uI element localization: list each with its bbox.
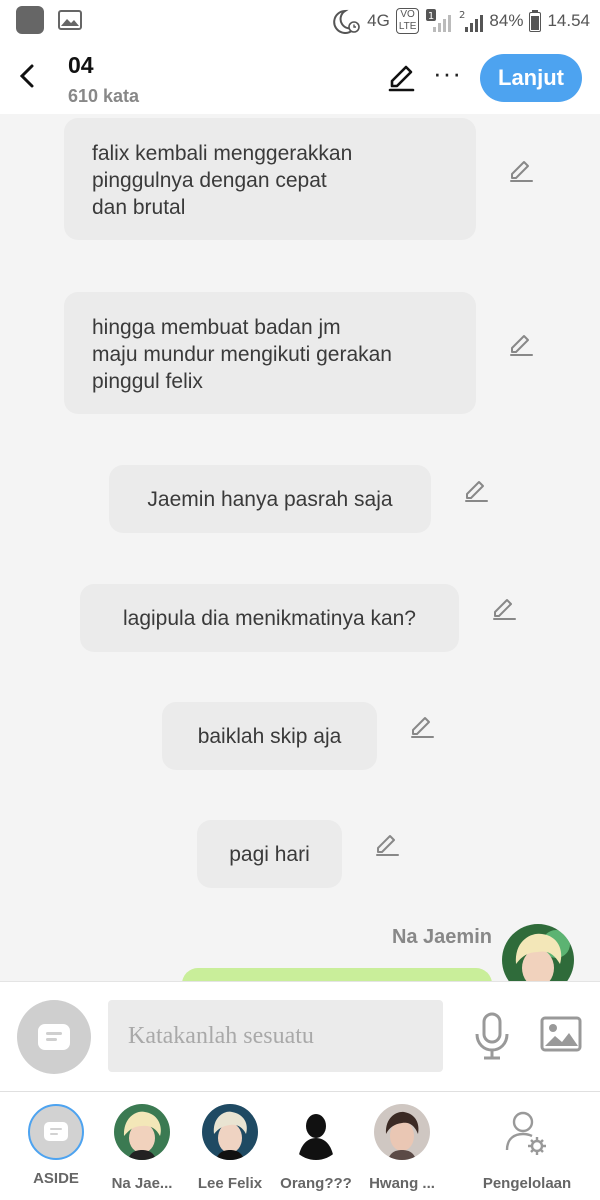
edit-message-icon[interactable]	[374, 832, 400, 858]
svg-text:1: 1	[428, 11, 434, 22]
aside-chat-icon	[28, 1104, 84, 1160]
character-message-bubble[interactable]	[182, 968, 492, 981]
avatar	[374, 1104, 430, 1160]
nav-item-aside[interactable]: ASIDE	[11, 1104, 101, 1187]
clock: 14.54	[547, 11, 590, 30]
message-bubble[interactable]: hingga membuat badan jm maju mundur meng…	[64, 292, 476, 414]
moon-alarm-icon	[333, 9, 360, 34]
nav-label: Pengelolaan	[482, 1175, 572, 1192]
app-notification-icon	[16, 6, 44, 34]
signal-sim2-icon: 2	[459, 10, 484, 32]
microphone-icon[interactable]	[472, 1010, 512, 1062]
nav-label: Lee Felix	[197, 1175, 263, 1192]
status-bar: 4G VO LTE 1 2 84% 14.54	[0, 0, 600, 40]
nav-label: Na Jae...	[111, 1175, 173, 1192]
battery-icon	[529, 10, 542, 32]
character-nav: ASIDE Na Jae... Lee Felix Orang??? Hwang…	[0, 1091, 600, 1200]
gallery-notification-icon	[58, 10, 82, 30]
more-options-icon[interactable]: ···	[433, 58, 462, 89]
nav-item-orang[interactable]: Orang???	[271, 1104, 361, 1192]
volte-badge: VO LTE	[395, 8, 420, 34]
message-bubble[interactable]: Jaemin hanya pasrah saja	[109, 465, 431, 533]
chat-area: falix kembali menggerakkan pinggulnya de…	[0, 114, 600, 981]
edit-message-icon[interactable]	[463, 478, 489, 504]
message-bubble[interactable]: pagi hari	[197, 820, 342, 888]
nav-label: Hwang ...	[369, 1175, 435, 1192]
edit-message-icon[interactable]	[491, 596, 517, 622]
message-bubble[interactable]: lagipula dia menikmatinya kan?	[80, 584, 459, 652]
message-input[interactable]	[108, 1000, 443, 1072]
silhouette-avatar	[288, 1104, 344, 1160]
status-indicators: 4G VO LTE 1 2 84% 14.54	[331, 8, 590, 34]
chapter-title: 04	[68, 52, 94, 78]
edit-message-icon[interactable]	[409, 714, 435, 740]
character-avatar[interactable]	[502, 924, 574, 981]
back-arrow-icon[interactable]	[14, 60, 42, 92]
top-bar: 04 610 kata ··· Lanjut	[0, 40, 600, 114]
nav-item-pengelolaan[interactable]: Pengelolaan	[472, 1104, 582, 1192]
edit-pencil-icon[interactable]	[386, 62, 418, 94]
message-bubble[interactable]: baiklah skip aja	[162, 702, 377, 770]
edit-message-icon[interactable]	[508, 332, 534, 358]
nav-item-hwang[interactable]: Hwang ...	[357, 1104, 447, 1192]
word-count: 610 kata	[68, 86, 140, 106]
image-upload-icon[interactable]	[540, 1016, 582, 1052]
nav-item-na-jaemin[interactable]: Na Jae...	[97, 1104, 187, 1192]
nav-label: ASIDE	[33, 1170, 79, 1187]
signal-sim1-icon: 1	[426, 9, 452, 32]
aside-toggle-button[interactable]	[17, 1000, 91, 1074]
sender-name: Na Jaemin	[391, 926, 492, 948]
network-type: 4G	[367, 11, 390, 30]
aside-chat-icon	[38, 1024, 70, 1050]
message-bubble[interactable]: falix kembali menggerakkan pinggulnya de…	[64, 118, 476, 240]
avatar	[202, 1104, 258, 1160]
edit-message-icon[interactable]	[508, 158, 534, 184]
avatar	[114, 1104, 170, 1160]
nav-item-lee-felix[interactable]: Lee Felix	[185, 1104, 275, 1192]
message-input-bar	[0, 981, 600, 1091]
svg-text:2: 2	[459, 10, 465, 21]
battery-percent: 84%	[489, 11, 524, 30]
user-settings-icon	[505, 1111, 546, 1155]
continue-button[interactable]: Lanjut	[480, 54, 582, 102]
nav-label: Orang???	[280, 1175, 352, 1192]
